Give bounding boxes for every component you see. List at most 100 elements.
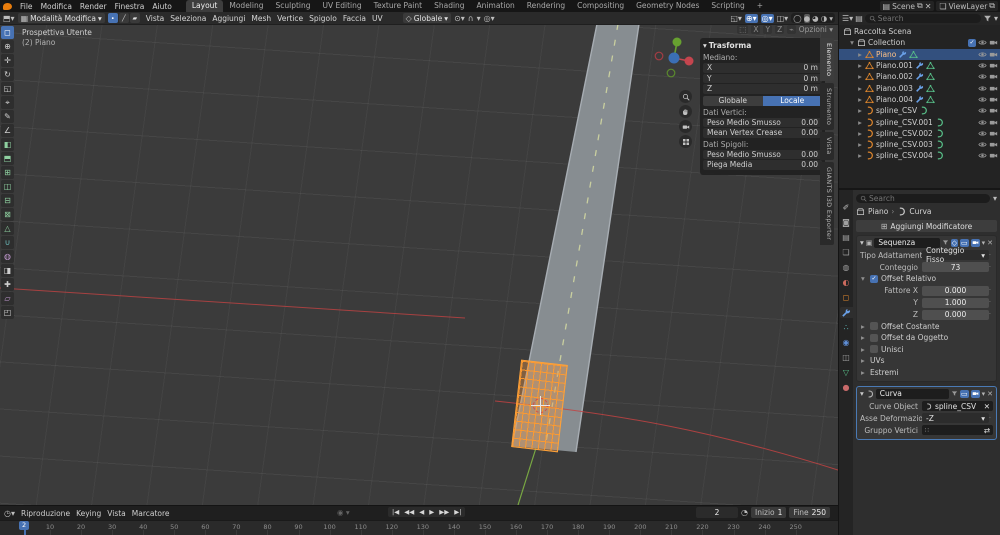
properties-search[interactable]: Search	[856, 194, 990, 203]
tool-shear[interactable]: ▱	[1, 292, 14, 305]
outliner-editor-icon[interactable]: ☰▾	[842, 14, 853, 23]
tool-shrink-fatten[interactable]: ✚	[1, 278, 14, 291]
vertex-data-row-0[interactable]: Peso Medio Smusso0.00	[703, 118, 822, 128]
factor-field[interactable]: 1.000	[922, 298, 989, 308]
n-panel-tab-giants-i3d-exporter[interactable]: GIANTS I3D Exporter	[820, 162, 834, 245]
properties-tab-world[interactable]: ◐	[840, 277, 853, 288]
tool-loop-cut[interactable]: ⊟	[1, 194, 14, 207]
current-frame-field[interactable]: 2	[696, 507, 738, 518]
fit-type-dropdown[interactable]: Conteggio Fisso▾	[922, 250, 989, 260]
tool-rip-region[interactable]: ◰	[1, 306, 14, 319]
properties-tab-object-data[interactable]: ▽	[840, 367, 853, 378]
outliner-search[interactable]: Search	[865, 14, 981, 23]
navigation-gizmo[interactable]	[655, 38, 693, 77]
overlays-dropdown[interactable]: ◎▾	[761, 14, 774, 23]
playback-button-5[interactable]: ▶|	[452, 507, 463, 517]
playhead[interactable]: 2	[19, 521, 29, 535]
factor-field[interactable]: 0.000	[922, 310, 989, 320]
ortho-toggle-button[interactable]	[679, 135, 692, 148]
modifier-close-button[interactable]: ✕	[987, 239, 993, 247]
rendered-shading-button[interactable]: ◑	[821, 14, 828, 23]
n-panel-tab-vista[interactable]: Vista	[820, 132, 834, 160]
orientation-dropdown[interactable]: ◇ Globale ▾	[403, 13, 451, 23]
tool-inset-faces[interactable]: ⊞	[1, 166, 14, 179]
expand-icon[interactable]: ▸	[857, 106, 863, 115]
curve-object-field[interactable]: spline_CSV ✕	[922, 401, 993, 411]
properties-tab-scene[interactable]: ◍	[840, 262, 853, 273]
collapse-icon[interactable]: ▾	[703, 41, 707, 50]
pivot-dropdown[interactable]: ⊙▾	[454, 14, 465, 23]
tool-scale[interactable]: ◱	[1, 82, 14, 95]
breadcrumb-sub[interactable]: Curva	[909, 207, 931, 216]
playback-button-0[interactable]: |◀	[390, 507, 401, 517]
wireframe-shading-button[interactable]: ◯	[793, 14, 801, 23]
outliner-row-spline_csv.001[interactable]: ▸spline_CSV.001	[839, 116, 1000, 127]
mirror-icon[interactable]: ⬚	[737, 25, 748, 34]
workspace-tab-shading[interactable]: Shading	[428, 0, 470, 12]
tool-add-cube[interactable]: ◧	[1, 138, 14, 151]
tool-move[interactable]: ✛	[1, 54, 14, 67]
outliner-row-piano.004[interactable]: ▸Piano.004	[839, 94, 1000, 105]
proportional-edit-dropdown[interactable]: ◎▾	[484, 14, 495, 23]
collapsed-section-offset-da-oggetto[interactable]: ▸Offset da Oggetto	[857, 332, 996, 344]
expand-icon[interactable]: ▸	[861, 322, 867, 331]
timeline-menu-marcatore[interactable]: Marcatore	[129, 509, 173, 518]
playback-button-2[interactable]: ◀	[417, 507, 426, 517]
properties-tab-output[interactable]: ▤	[840, 232, 853, 243]
expand-icon[interactable]: ▸	[857, 118, 863, 127]
tool-rotate[interactable]: ↻	[1, 68, 14, 81]
outliner-row-spline_csv[interactable]: ▸spline_CSV	[839, 105, 1000, 116]
collapsed-section-unisci[interactable]: ▸Unisci	[857, 344, 996, 356]
invert-icon[interactable]: ⇄	[984, 426, 990, 435]
expand-icon[interactable]: ▸	[857, 72, 863, 81]
tool-annotate[interactable]: ✎	[1, 110, 14, 123]
menu-aiuto[interactable]: Aiuto	[148, 2, 176, 11]
properties-tab-render[interactable]: ◙	[840, 217, 853, 228]
expand-icon[interactable]: ▸	[857, 95, 863, 104]
outliner-filter-dropdown[interactable]: ▾	[994, 14, 998, 23]
scene-delete-icon[interactable]: ✕	[925, 2, 932, 11]
edge-data-row-1[interactable]: Piega Media0.00	[703, 160, 822, 170]
timeline-menu-keying[interactable]: Keying	[73, 509, 104, 518]
expand-icon[interactable]: ▸	[861, 333, 867, 342]
properties-tab-physics[interactable]: ◉	[840, 337, 853, 348]
editor-type-icon[interactable]: ⬒▾	[3, 14, 15, 23]
median-x[interactable]: X0 m	[703, 63, 822, 73]
outliner-row-piano.003[interactable]: ▸Piano.003	[839, 82, 1000, 93]
tool-bevel[interactable]: ◫	[1, 180, 14, 193]
workspace-tab-rendering[interactable]: Rendering	[521, 0, 571, 12]
curve-modifier-header[interactable]: ▾ Curva ▭ ▾ ✕	[857, 387, 996, 400]
shading-dropdown-icon[interactable]: ▾	[829, 14, 833, 23]
collection-checkbox[interactable]: ✓	[968, 39, 976, 47]
collapsed-section-offset-costante[interactable]: ▸Offset Costante	[857, 321, 996, 333]
xray-toggle[interactable]: ◫▾	[777, 14, 789, 23]
tool-poly-build[interactable]: △	[1, 222, 14, 235]
expand-icon[interactable]: ▸	[861, 356, 867, 365]
modifier-extras-dropdown[interactable]: ▾	[982, 390, 986, 398]
deform-axis-dropdown[interactable]: -Z▾	[922, 413, 989, 423]
viewport-menu-vertice[interactable]: Vertice	[274, 14, 306, 23]
expand-icon[interactable]: ▸	[857, 84, 863, 93]
median-y[interactable]: Y0 m	[703, 74, 822, 84]
properties-tab-particles[interactable]: ∴	[840, 322, 853, 333]
tool-extrude-region[interactable]: ⬒	[1, 152, 14, 165]
timeline-menu-vista[interactable]: Vista	[104, 509, 129, 518]
properties-tab-constraints[interactable]: ◫	[840, 352, 853, 363]
snap-target-dropdown[interactable]: ▾	[477, 14, 481, 23]
breadcrumb-object[interactable]: Piano	[868, 207, 888, 216]
workspace-tab-sculpting[interactable]: Sculpting	[270, 0, 317, 12]
collapse-icon[interactable]: ▾	[861, 274, 867, 283]
outliner-display-icon[interactable]: ▤	[855, 14, 863, 23]
n-panel-tab-strumento[interactable]: Strumento	[820, 83, 834, 130]
offset-relative-checkbox[interactable]: ✓	[870, 275, 878, 283]
outliner-row-piano.001[interactable]: ▸Piano.001	[839, 60, 1000, 71]
expand-icon[interactable]: ▸	[857, 61, 863, 70]
auto-key-button[interactable]: ◉ ▾	[337, 508, 350, 517]
expand-icon[interactable]: ▾	[849, 38, 855, 47]
playback-button-4[interactable]: ▶▶	[437, 507, 451, 517]
tool-knife[interactable]: ⊠	[1, 208, 14, 221]
camera-view-button[interactable]	[679, 120, 692, 133]
vertex-select-button[interactable]: ∙	[108, 13, 118, 23]
factor-field[interactable]: 0.000	[922, 286, 989, 296]
blender-logo-icon[interactable]	[3, 3, 12, 10]
